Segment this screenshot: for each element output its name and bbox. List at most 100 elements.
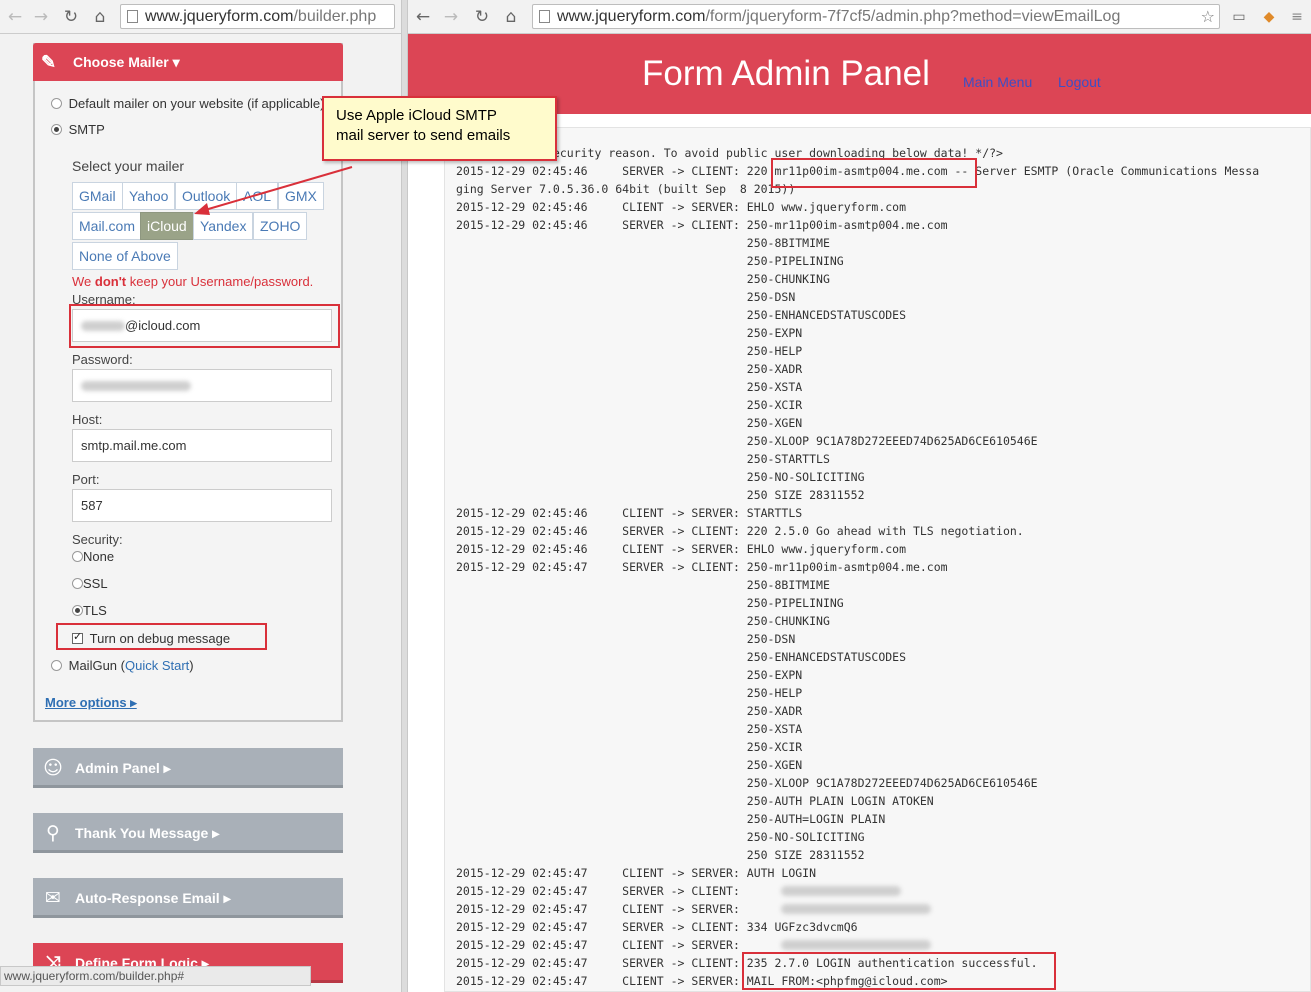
choose-mailer-header[interactable]: ✎ Choose Mailer ▾ [33, 43, 343, 81]
menu-icon[interactable]: ≡ [1286, 6, 1308, 28]
mailgun-radio[interactable] [51, 660, 62, 671]
smtp-label: SMTP [68, 122, 105, 137]
mailer-gmail-button[interactable]: GMail [72, 182, 123, 210]
main-menu-link[interactable]: Main Menu [963, 74, 1032, 90]
mailgun-option[interactable]: MailGun (Quick Start) [51, 658, 194, 673]
back-arrow-icon[interactable]: ← [412, 6, 434, 28]
password-input[interactable] [72, 369, 332, 402]
mailer-zoho-button[interactable]: ZOHO [253, 212, 308, 240]
log-line: 2015-12-29 02:45:47 CLIENT -> SERVER: [456, 938, 740, 952]
log-line: 250-XLOOP 9C1A78D272EEED74D625AD6CE61054… [456, 434, 1038, 448]
cast-icon[interactable]: ▭ [1228, 6, 1250, 28]
log-line: 2015-12-29 02:45:46 SERVER -> CLIENT: 22… [456, 524, 1024, 538]
envelope-edit-icon: ✎ [41, 52, 57, 72]
callout-line-2: mail server to send emails [336, 127, 511, 144]
choose-mailer-panel: ✎ Choose Mailer ▾ Default mailer on your… [33, 43, 343, 722]
mailer-yandex-button[interactable]: Yandex [193, 212, 254, 240]
auto-response-section-button[interactable]: ✉ Auto-Response Email ▸ [33, 878, 343, 918]
pin-icon: ⚲ [46, 822, 60, 844]
mailer-outlook-button[interactable]: Outlook [175, 182, 238, 210]
port-input[interactable]: 587 [72, 489, 332, 522]
auto-response-label: Auto-Response Email ▸ [75, 890, 231, 906]
back-arrow-icon[interactable]: ← [4, 6, 26, 28]
log-line: 2015-12-29 02:45:46 CLIENT -> SERVER: EH… [456, 200, 907, 214]
url-host: www.jqueryform.com [145, 8, 294, 25]
host-input[interactable]: smtp.mail.me.com [72, 429, 332, 462]
log-line: 2015-12-29 02:45:47 CLIENT -> SERVER: AU… [456, 866, 817, 880]
admin-panel-label: Admin Panel ▸ [75, 760, 171, 776]
log-line: 250-HELP [456, 686, 803, 700]
log-line: 250-XADR [456, 704, 803, 718]
right-address-bar[interactable]: www.jqueryform.com/form/jqueryform-7f7cf… [532, 4, 1220, 29]
log-line: 250-NO-SOLICITING [456, 470, 865, 484]
log-line: 2015-12-29 02:45:47 SERVER -> CLIENT: 33… [456, 920, 858, 934]
reload-icon[interactable]: ↻ [60, 6, 82, 28]
log-line: 250-AUTH PLAIN LOGIN ATOKEN [456, 794, 934, 808]
log-line: 2015-12-29 02:45:46 CLIENT -> SERVER: EH… [456, 542, 907, 556]
mailer-mailcom-button[interactable]: Mail.com [72, 212, 143, 240]
log-line: 250-8BITMIME [456, 236, 830, 250]
smtp-radio[interactable] [51, 124, 62, 135]
log-line: 2015-12-29 02:45:47 SERVER -> CLIENT: 25… [456, 560, 948, 574]
log-line: 250-EXPN [456, 668, 803, 682]
smtp-option[interactable]: SMTP [51, 122, 105, 137]
security-ssl-option[interactable]: SSL [72, 576, 108, 591]
security-none-option[interactable]: None [72, 549, 114, 564]
log-line: 250-8BITMIME [456, 578, 830, 592]
logout-link[interactable]: Logout [1058, 74, 1101, 90]
thank-you-section-button[interactable]: ⚲ Thank You Message ▸ [33, 813, 343, 853]
extension-icon[interactable]: ◆ [1258, 6, 1280, 28]
default-mailer-option[interactable]: Default mailer on your website (if appli… [51, 96, 324, 111]
left-address-bar[interactable]: www.jqueryform.com/builder.php [120, 4, 395, 29]
email-log: <?php /* For security reason. To avoid p… [444, 127, 1311, 992]
choose-mailer-title: Choose Mailer ▾ [73, 54, 180, 70]
home-icon[interactable]: ⌂ [89, 6, 111, 28]
log-line: 250-PIPELINING [456, 254, 844, 268]
log-line: 250-PIPELINING [456, 596, 844, 610]
admin-title: Form Admin Panel [642, 54, 930, 93]
default-mailer-radio[interactable] [51, 98, 62, 109]
warning-bold: don't [94, 274, 127, 289]
log-line: 250-XADR [456, 362, 803, 376]
forward-arrow-icon[interactable]: → [440, 6, 462, 28]
log-line: 250-XCIR [456, 740, 803, 754]
log-line: 250-XLOOP 9C1A78D272EEED74D625AD6CE61054… [456, 776, 1038, 790]
url-host: www.jqueryform.com [557, 8, 706, 25]
home-icon[interactable]: ⌂ [500, 6, 522, 28]
mailer-icloud-button[interactable]: iCloud [140, 212, 194, 240]
log-line: 250 SIZE 28311552 [456, 488, 865, 502]
debug-highlight [56, 623, 267, 650]
mailgun-quick-start-link[interactable]: Quick Start [125, 658, 189, 673]
mailer-aol-button[interactable]: AOL [236, 182, 279, 210]
url-path: /form/jqueryform-7f7cf5/admin.php?method… [705, 8, 1121, 25]
security-none-radio[interactable] [72, 551, 83, 562]
security-tls-radio[interactable] [72, 605, 83, 616]
security-tls-option[interactable]: TLS [72, 603, 107, 618]
mailer-gmx-button[interactable]: GMX [278, 182, 324, 210]
log-line: 250-DSN [456, 632, 796, 646]
mailer-yahoo-button[interactable]: Yahoo [122, 182, 176, 210]
mailer-none-button[interactable]: None of Above [72, 242, 178, 270]
log-line: 250-CHUNKING [456, 272, 830, 286]
more-options-link[interactable]: More options ▸ [45, 695, 137, 711]
log-line: 250-CHUNKING [456, 614, 830, 628]
password-label: Password: [72, 352, 133, 367]
host-label: Host: [72, 412, 103, 427]
thank-you-label: Thank You Message ▸ [75, 825, 220, 841]
forward-arrow-icon[interactable]: → [30, 6, 52, 28]
log-line: 2015-12-29 02:45:46 CLIENT -> SERVER: ST… [456, 506, 803, 520]
reload-icon[interactable]: ↻ [471, 6, 493, 28]
log-line: 250-EXPN [456, 326, 803, 340]
admin-panel-section-button[interactable]: ☺ Admin Panel ▸ [33, 748, 343, 788]
left-browser-toolbar: ← → ↻ ⌂ www.jqueryform.com/builder.php [0, 0, 401, 34]
users-icon: ☺ [43, 757, 63, 779]
blurred-password [81, 381, 191, 391]
envelope-icon: ✉ [45, 887, 61, 909]
star-icon[interactable]: ☆ [1201, 5, 1215, 28]
log-line: 250-ENHANCEDSTATUSCODES [456, 650, 907, 664]
log-line: 250-XGEN [456, 416, 803, 430]
log-line: 2015-12-29 02:45:47 CLIENT -> SERVER: [456, 902, 740, 916]
security-ssl-radio[interactable] [72, 578, 83, 589]
log-line: 2015-12-29 02:45:47 SERVER -> CLIENT: [456, 884, 740, 898]
url-path: /builder.php [293, 8, 377, 25]
